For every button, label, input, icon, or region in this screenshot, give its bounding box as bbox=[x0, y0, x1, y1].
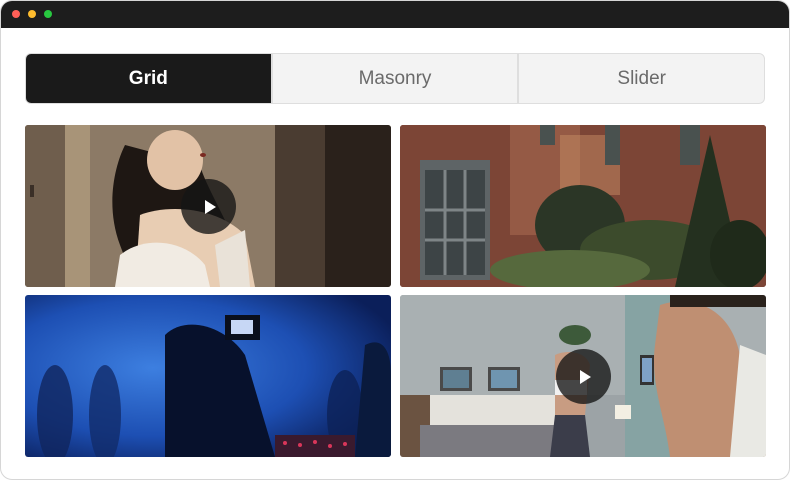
gallery-item-fitness-room[interactable] bbox=[400, 295, 766, 457]
play-icon bbox=[204, 199, 216, 214]
gallery-item-woman-portrait[interactable] bbox=[25, 125, 391, 287]
zoom-window-button[interactable] bbox=[44, 10, 52, 18]
tab-slider[interactable]: Slider bbox=[519, 54, 764, 103]
play-button[interactable] bbox=[556, 349, 611, 404]
film-set-image bbox=[25, 295, 391, 457]
play-icon bbox=[579, 369, 591, 384]
app-window: Grid Masonry Slider bbox=[0, 0, 790, 480]
media-gallery-grid bbox=[25, 125, 766, 457]
play-button[interactable] bbox=[181, 179, 236, 234]
gallery-item-film-set[interactable] bbox=[25, 295, 391, 457]
tab-masonry[interactable]: Masonry bbox=[273, 54, 520, 103]
gallery-item-brick-house[interactable] bbox=[400, 125, 766, 287]
layout-tab-bar: Grid Masonry Slider bbox=[25, 53, 765, 104]
brick-house-image bbox=[400, 125, 766, 287]
tab-grid[interactable]: Grid bbox=[26, 54, 273, 103]
title-bar bbox=[1, 1, 789, 28]
minimize-window-button[interactable] bbox=[28, 10, 36, 18]
close-window-button[interactable] bbox=[12, 10, 20, 18]
